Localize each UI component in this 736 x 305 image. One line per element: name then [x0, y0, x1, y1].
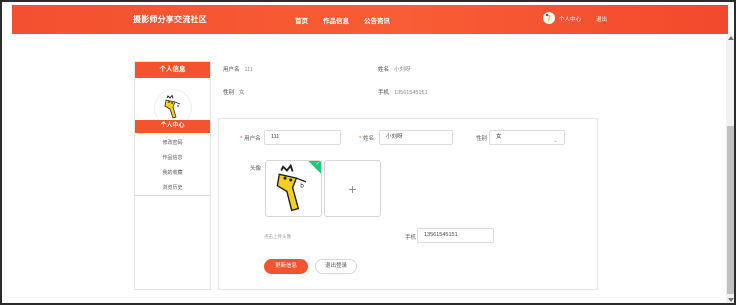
scroll-down-arrow-icon[interactable] [728, 298, 734, 302]
sidebar-item-history[interactable]: 浏览历史 [135, 184, 210, 191]
username-field-label: * 用户名 [240, 134, 261, 142]
chevron-down-icon: ⌄ [552, 138, 558, 144]
vertical-scrollbar[interactable] [726, 34, 734, 303]
header-logout-link[interactable]: 退出 [596, 15, 607, 23]
info-gender: 性别女 [223, 88, 245, 96]
check-icon: ✓ [315, 161, 320, 167]
top-nav-bar: 摄影师分享交流社区 首页 作品信息 公告资讯 个人中心 退出 [12, 5, 728, 34]
sidebar-title: 个人信息 [135, 62, 210, 78]
nav-notice[interactable]: 公告资讯 [364, 15, 390, 25]
svg-text:b: b [300, 184, 304, 190]
gender-select-value: 女 [496, 134, 502, 140]
nav-home[interactable]: 首页 [295, 15, 308, 25]
sidebar-item-change-password[interactable]: 修改密码 [135, 139, 210, 146]
browser-frame: 摄影师分享交流社区 首页 作品信息 公告资讯 个人中心 退出 个人信息 b 个人… [0, 0, 736, 305]
upload-avatar-button[interactable]: + [324, 160, 381, 217]
logout-button[interactable]: 退出登录 [315, 259, 357, 274]
cartoon-avatar-icon: b [276, 163, 307, 212]
name-field-label-text: 姓名 [363, 136, 375, 142]
sidebar-divider [135, 195, 210, 196]
info-phone: 手机 13561545151 [378, 88, 428, 96]
required-mark: * [240, 136, 243, 142]
scroll-up-arrow-icon[interactable] [728, 36, 734, 40]
sidebar: 个人信息 b 个人中心 修改密码 作品信息 我的收藏 浏览历史 [134, 61, 211, 290]
profile-form: * 用户名 111 * 姓名 小刘呀 性别 女 ⌄ 头像 ✓ b + 点击上传头像 [218, 118, 598, 290]
avatar-preview[interactable]: ✓ b [265, 160, 322, 217]
nav-works[interactable]: 作品信息 [323, 15, 349, 25]
info-name-value: 小刘呀 [394, 67, 411, 73]
info-gender-value: 女 [239, 90, 245, 96]
info-username: 用户名 111 [223, 65, 253, 73]
phone-input[interactable]: 13561545151 [417, 228, 494, 243]
scrollbar-thumb[interactable] [727, 126, 734, 294]
username-input[interactable]: 111 [264, 130, 341, 145]
gender-field-label: 性别 [476, 136, 488, 142]
svg-text:b: b [177, 104, 180, 108]
sidebar-item-favorites[interactable]: 我的收藏 [135, 169, 210, 176]
name-input[interactable]: 小刘呀 [379, 130, 453, 145]
site-brand[interactable]: 摄影师分享交流社区 [133, 14, 207, 25]
cartoon-avatar-icon: b [164, 94, 181, 119]
avatar-field-label: 头像 [250, 166, 262, 172]
info-phone-label: 手机 [378, 90, 390, 96]
info-gender-label: 性别 [223, 90, 235, 96]
user-center-link[interactable]: 个人中心 [559, 15, 581, 23]
info-phone-value: 13561545151 [394, 90, 428, 96]
info-username-label: 用户名 [223, 67, 240, 73]
user-avatar-icon[interactable] [543, 12, 555, 24]
phone-field-label: 手机 [405, 235, 417, 241]
required-mark: * [359, 136, 362, 142]
username-field-label-text: 用户名 [244, 136, 261, 142]
name-field-label: * 姓名 [359, 134, 374, 142]
info-username-value: 111 [244, 67, 253, 73]
update-info-button[interactable]: 更新信息 [264, 259, 308, 274]
sidebar-menu-head[interactable]: 个人中心 [135, 120, 210, 133]
info-name-label: 姓名 [378, 67, 390, 73]
brush-logo-icon [546, 14, 551, 22]
plus-icon: + [348, 180, 357, 197]
info-name: 姓名 小刘呀 [378, 65, 411, 73]
upload-hint: 点击上传头像 [264, 234, 291, 239]
gender-select[interactable]: 女 ⌄ [489, 130, 565, 145]
sidebar-item-works[interactable]: 作品信息 [135, 154, 210, 161]
